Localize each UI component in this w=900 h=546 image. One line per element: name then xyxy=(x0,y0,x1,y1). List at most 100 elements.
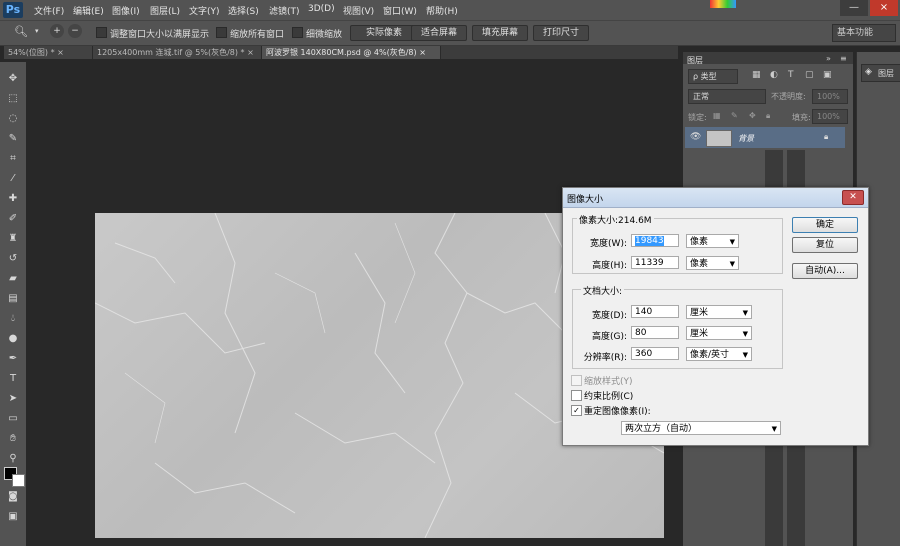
brush-tool-icon[interactable]: ✐ xyxy=(6,212,20,226)
tool-preset-chevron-icon[interactable]: ▾ xyxy=(35,27,39,35)
tab-document-3[interactable]: 阿波罗银 140X80CM.psd @ 4%(灰色/8) × xyxy=(262,46,441,59)
actual-pixels-button[interactable]: 实际像素 xyxy=(350,25,418,41)
resample-checkbox[interactable]: ✓ xyxy=(571,405,582,416)
fit-screen-button[interactable]: 适合屏幕 xyxy=(411,25,467,41)
dialog-close-button[interactable]: ✕ xyxy=(842,190,864,205)
menu-view[interactable]: 视图(V) xyxy=(343,4,374,17)
tab-document-2[interactable]: 1205x400mm 连城.tif @ 5%(灰色/8) * × xyxy=(93,46,262,59)
resolution-unit-select[interactable]: 像素/英寸 ▼ xyxy=(686,347,752,361)
quick-select-tool-icon[interactable]: ✎ xyxy=(6,132,20,146)
panel-menu-icon[interactable]: ≡ xyxy=(840,54,847,63)
healing-brush-tool-icon[interactable]: ✚ xyxy=(6,192,20,206)
menu-image[interactable]: 图像(I) xyxy=(112,4,140,17)
constrain-proportions-checkbox[interactable] xyxy=(571,390,582,401)
zoom-in-icon[interactable]: + xyxy=(50,24,64,38)
layer-visibility-eye-icon[interactable]: 👁︎ xyxy=(690,132,701,142)
opacity-field[interactable]: 100% xyxy=(812,89,848,104)
background-color-swatch[interactable] xyxy=(12,474,25,487)
dialog-titlebar[interactable]: 图像大小 ✕ xyxy=(563,188,868,208)
move-tool-icon[interactable]: ✥ xyxy=(6,72,20,86)
menu-filter[interactable]: 滤镜(T) xyxy=(269,4,300,17)
tools-panel: ✥ ⬚ ◌ ✎ ⌗ ⁄ ✚ ✐ ♜ ↺ ▰ ▤ 💧︎ ● ✒ T ➤ ▭ ✋︎ … xyxy=(0,62,26,546)
reset-button[interactable]: 复位 xyxy=(792,237,858,253)
dodge-tool-icon[interactable]: ● xyxy=(6,332,20,346)
panel-collapse-icon[interactable]: » xyxy=(826,54,831,63)
minimize-button[interactable]: — xyxy=(840,0,868,16)
zoom-tool-icon[interactable]: 🔍︎ xyxy=(14,25,28,38)
fill-screen-button[interactable]: 填充屏幕 xyxy=(472,25,528,41)
lasso-tool-icon[interactable]: ◌ xyxy=(6,112,20,126)
scale-styles-checkbox[interactable] xyxy=(571,375,582,386)
zoom-tool-side-icon[interactable]: ⚲ xyxy=(6,452,20,466)
workspace-switcher[interactable]: 基本功能 xyxy=(832,24,896,42)
pixel-height-unit-select[interactable]: 像素 ▼ xyxy=(686,256,739,270)
gradient-tool-icon[interactable]: ▤ xyxy=(6,292,20,306)
menu-layer[interactable]: 图层(L) xyxy=(150,4,180,17)
layer-name[interactable]: 背景 xyxy=(738,133,754,144)
screen-mode-icon[interactable]: ▣ xyxy=(6,510,20,524)
tab-close-icon[interactable]: × xyxy=(57,48,64,57)
hand-tool-icon[interactable]: ✋︎ xyxy=(6,432,20,446)
tab-document-1[interactable]: 54%(位图) * × xyxy=(4,46,93,59)
doc-height-input[interactable]: 80 xyxy=(631,326,679,339)
path-selection-tool-icon[interactable]: ➤ xyxy=(6,392,20,406)
blur-tool-icon[interactable]: 💧︎ xyxy=(6,312,20,326)
scrubby-zoom-label: 细微缩放 xyxy=(306,30,343,40)
print-size-button[interactable]: 打印尺寸 xyxy=(533,25,589,41)
lock-all-icon[interactable]: 🔒︎ xyxy=(766,111,770,121)
zoom-out-icon[interactable]: − xyxy=(68,24,82,38)
resize-windows-checkbox[interactable] xyxy=(96,27,107,38)
menu-edit[interactable]: 编辑(E) xyxy=(73,4,104,17)
filter-pixel-icon[interactable]: ▦ xyxy=(752,70,761,80)
layer-filter-select[interactable]: ρ 类型 xyxy=(688,69,738,84)
doc-height-unit-select[interactable]: 厘米 ▼ xyxy=(686,326,752,340)
ok-button[interactable]: 确定 xyxy=(792,217,858,233)
eyedropper-tool-icon[interactable]: ⁄ xyxy=(6,172,20,186)
resample-method-select[interactable]: 两次立方（自动） ▼ xyxy=(621,421,781,435)
pen-tool-icon[interactable]: ✒ xyxy=(6,352,20,366)
tab-layers[interactable]: 图层 xyxy=(687,55,703,66)
eraser-tool-icon[interactable]: ▰ xyxy=(6,272,20,286)
filter-smart-object-icon[interactable]: ▣ xyxy=(823,70,832,80)
dropdown-arrow-icon: ▼ xyxy=(742,330,748,338)
crop-tool-icon[interactable]: ⌗ xyxy=(6,152,20,166)
fill-field[interactable]: 100% xyxy=(812,109,848,124)
doc-width-label: 宽度(D): xyxy=(592,311,627,321)
menu-file[interactable]: 文件(F) xyxy=(34,4,64,17)
menu-window[interactable]: 窗口(W) xyxy=(383,4,417,17)
menu-help[interactable]: 帮助(H) xyxy=(426,4,458,17)
marquee-tool-icon[interactable]: ⬚ xyxy=(6,92,20,106)
doc-width-unit-select[interactable]: 厘米 ▼ xyxy=(686,305,752,319)
filter-shape-icon[interactable]: ▢ xyxy=(805,70,814,80)
doc-width-input[interactable]: 140 xyxy=(631,305,679,318)
rectangle-tool-icon[interactable]: ▭ xyxy=(6,412,20,426)
clone-stamp-tool-icon[interactable]: ♜ xyxy=(6,232,20,246)
filter-adjustment-icon[interactable]: ◐ xyxy=(770,70,778,80)
pixel-width-unit-select[interactable]: 像素 ▼ xyxy=(686,234,739,248)
fill-label: 填充: xyxy=(792,113,811,122)
history-brush-tool-icon[interactable]: ↺ xyxy=(6,252,20,266)
tab-document-3-label: 阿波罗银 140X80CM.psd @ 4%(灰色/8) xyxy=(266,48,417,57)
quick-mask-icon[interactable]: ◙ xyxy=(6,490,20,504)
dock-layers-button[interactable]: ◈ 图层 xyxy=(861,64,900,82)
pixel-height-input[interactable]: 11339 xyxy=(631,256,679,269)
zoom-all-checkbox[interactable] xyxy=(216,27,227,38)
resolution-input[interactable]: 360 xyxy=(631,347,679,360)
tab-close-icon[interactable]: × xyxy=(247,48,254,57)
blend-mode-select[interactable]: 正常 xyxy=(688,89,766,104)
filter-type-icon[interactable]: T xyxy=(788,70,794,80)
menu-type[interactable]: 文字(Y) xyxy=(189,4,220,17)
scrubby-zoom-checkbox[interactable] xyxy=(292,27,303,38)
menu-select[interactable]: 选择(S) xyxy=(228,4,259,17)
lock-transparent-icon[interactable]: ▦ xyxy=(713,111,721,120)
lock-pixels-icon[interactable]: ✎ xyxy=(731,111,738,120)
auto-button[interactable]: 自动(A)... xyxy=(792,263,858,279)
lock-position-icon[interactable]: ✥ xyxy=(749,111,756,120)
width-label: 宽度(W): xyxy=(590,239,627,249)
type-tool-icon[interactable]: T xyxy=(6,372,20,386)
pixel-width-input[interactable]: 19843 xyxy=(631,234,679,247)
tab-document-2-label: 1205x400mm 连城.tif @ 5%(灰色/8) * xyxy=(97,48,245,57)
menu-3d[interactable]: 3D(D) xyxy=(308,4,335,14)
close-window-button[interactable]: × xyxy=(870,0,898,16)
tab-close-icon[interactable]: × xyxy=(419,48,426,57)
